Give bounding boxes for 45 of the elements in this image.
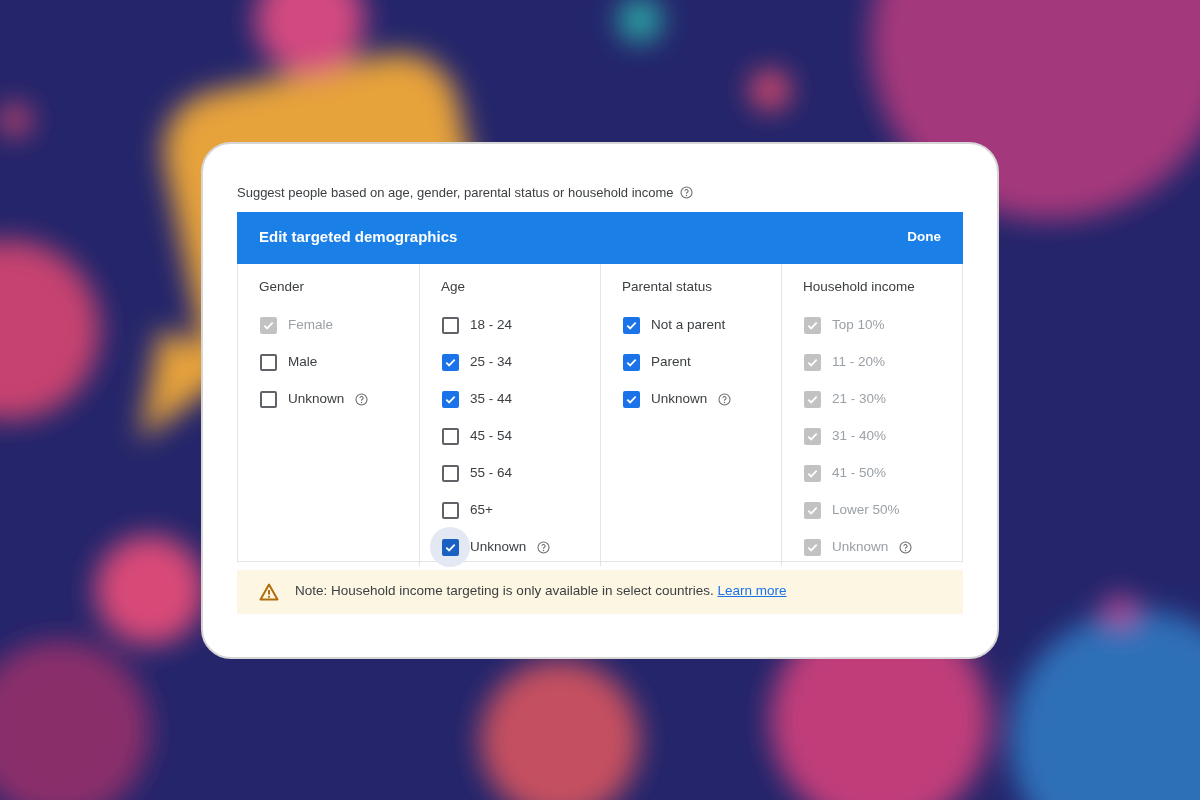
option-label: Parent	[651, 352, 691, 371]
column-heading: Household income	[803, 277, 916, 296]
option-label: Top 10%	[832, 315, 885, 334]
checkbox[interactable]	[622, 353, 640, 371]
checkbox[interactable]	[441, 390, 459, 408]
help-icon[interactable]	[537, 540, 551, 554]
option-label: 31 - 40%	[832, 426, 887, 445]
option-label: 35 - 44	[470, 389, 513, 408]
learn-more-link[interactable]: Learn more	[717, 583, 787, 599]
note-text: Note: Household income targeting is only available in select countries. Learn more	[295, 582, 787, 601]
option-label: Not a parent	[651, 315, 726, 334]
option-label: Male	[288, 352, 318, 371]
checkbox[interactable]	[441, 316, 459, 334]
option-label: 41 - 50%	[832, 463, 887, 482]
option-label: Female	[288, 315, 333, 334]
option-label: Lower 50%	[832, 500, 900, 519]
option-label: 45 - 54	[470, 426, 513, 445]
help-icon[interactable]	[355, 392, 369, 406]
option-label: 21 - 30%	[832, 389, 887, 408]
column-heading: Gender	[259, 277, 306, 296]
option-label: Unknown	[651, 389, 708, 408]
help-icon[interactable]	[679, 186, 693, 199]
column-heading: Parental status	[622, 277, 714, 296]
option-label: 25 - 34	[470, 352, 513, 371]
option-label: Unknown	[288, 389, 345, 408]
checkbox[interactable]	[441, 427, 459, 445]
option-label: Unknown	[470, 537, 527, 556]
header-title: Edit targeted demographics	[259, 227, 458, 248]
option-label: 18 - 24	[470, 315, 513, 334]
checkbox[interactable]	[441, 464, 459, 482]
checkbox[interactable]	[259, 390, 277, 408]
warning-icon	[259, 582, 279, 601]
checkbox[interactable]	[441, 501, 459, 519]
checkbox[interactable]	[259, 353, 277, 371]
intro-text: Suggest people based on age, gender, parental status or household income	[237, 183, 674, 202]
column-heading: Age	[441, 277, 467, 296]
done-button[interactable]: Done	[907, 227, 941, 248]
checkbox[interactable]	[622, 316, 640, 334]
option-label: Unknown	[832, 537, 889, 556]
checkbox[interactable]	[441, 353, 459, 371]
option-label: 11 - 20%	[832, 352, 886, 371]
checkbox[interactable]	[622, 390, 640, 408]
help-icon[interactable]	[718, 392, 732, 406]
option-label: 55 - 64	[470, 463, 513, 482]
option-label: 65+	[470, 500, 493, 519]
